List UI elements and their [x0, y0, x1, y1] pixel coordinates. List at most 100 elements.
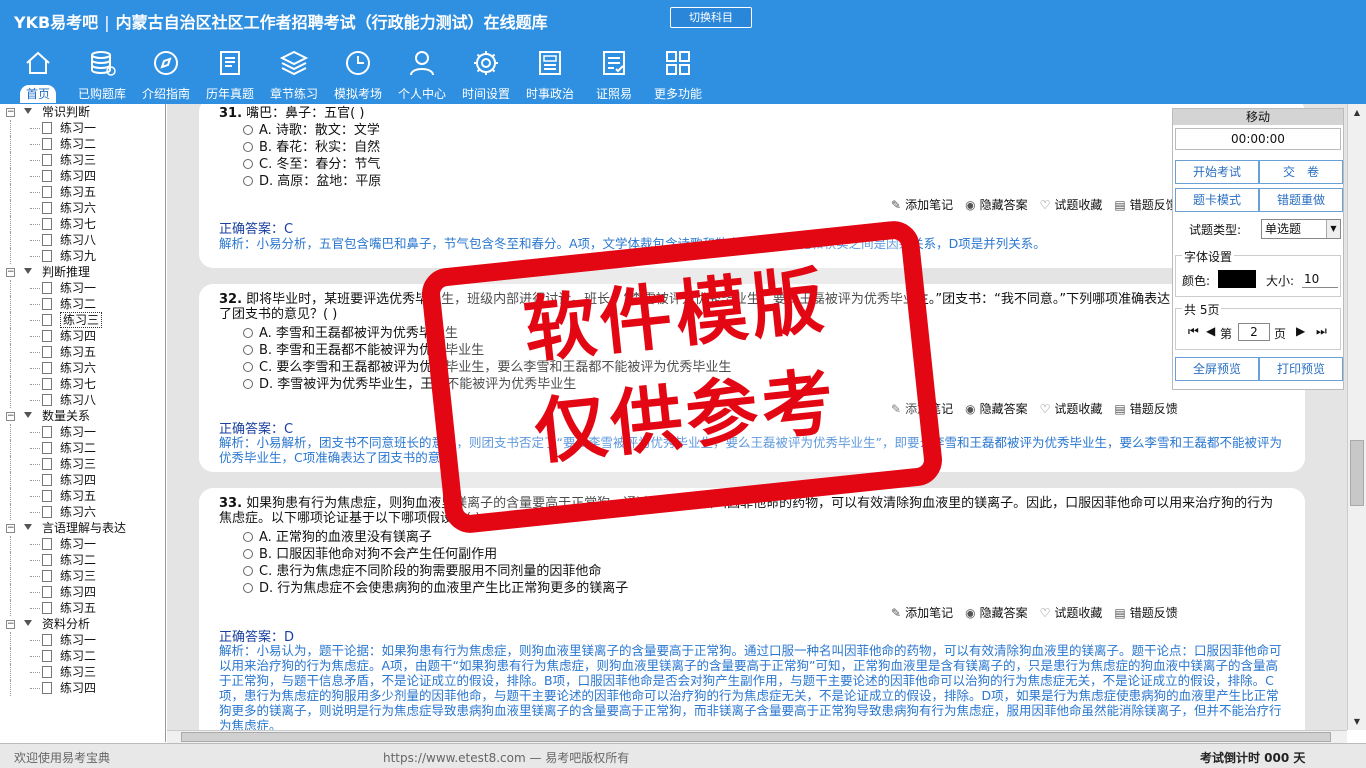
tree-item[interactable]: 练习三 — [0, 664, 165, 680]
option-a[interactable]: A. 李雪和王磊都被评为优秀毕业生 — [243, 326, 458, 342]
collapse-icon[interactable]: − — [6, 620, 15, 629]
question-type-select[interactable]: 单选题 ▼ — [1261, 219, 1341, 239]
tree-category[interactable]: − 判断推理 — [0, 264, 165, 280]
tree-item[interactable]: 练习五 — [0, 344, 165, 360]
page-input[interactable]: 2 — [1238, 323, 1270, 341]
tree-item[interactable]: 练习五 — [0, 184, 165, 200]
favorite-button[interactable]: ♡ 试题收藏 — [1040, 196, 1103, 213]
tree-item[interactable]: 练习六 — [0, 504, 165, 520]
nav-item-9[interactable]: 证照易 — [582, 44, 646, 104]
option-b[interactable]: B. 李雪和王磊都不能被评为优秀毕业生 — [243, 343, 484, 359]
tree-item[interactable]: 练习九 — [0, 248, 165, 264]
next-page-icon[interactable]: ▶ — [1296, 324, 1305, 338]
radio-button[interactable] — [243, 159, 253, 169]
start-exam-button[interactable]: 开始考试 — [1175, 160, 1259, 184]
tree-item[interactable]: 练习二 — [0, 648, 165, 664]
radio-button[interactable] — [243, 583, 253, 593]
add-note-button[interactable]: ✎ 添加笔记 — [891, 196, 953, 213]
card-mode-button[interactable]: 题卡模式 — [1175, 188, 1259, 212]
tree-item[interactable]: 练习八 — [0, 392, 165, 408]
tree-item[interactable]: 练习二 — [0, 440, 165, 456]
vertical-scrollbar[interactable]: ▲ ▼ — [1347, 104, 1366, 730]
nav-item-6[interactable]: 个人中心 — [390, 44, 454, 104]
radio-button[interactable] — [243, 549, 253, 559]
radio-button[interactable] — [243, 345, 253, 355]
tree-category[interactable]: − 资料分析 — [0, 616, 165, 632]
radio-button[interactable] — [243, 566, 253, 576]
tree-item[interactable]: 练习二 — [0, 552, 165, 568]
font-size-input[interactable]: 10 — [1302, 270, 1338, 288]
report-error-button[interactable]: ▤ 错题反馈 — [1114, 196, 1177, 213]
tree-item[interactable]: 练习一 — [0, 424, 165, 440]
tree-item[interactable]: 练习三 — [0, 312, 165, 328]
tree-category[interactable]: − 常识判断 — [0, 104, 165, 120]
scroll-up-icon[interactable]: ▲ — [1348, 104, 1366, 121]
radio-button[interactable] — [243, 362, 253, 372]
scroll-thumb[interactable] — [181, 732, 1331, 742]
submit-button[interactable]: 交 卷 — [1259, 160, 1343, 184]
nav-item-7[interactable]: 时间设置 — [454, 44, 518, 104]
tree-item[interactable]: 练习三 — [0, 568, 165, 584]
tree-item[interactable]: 练习四 — [0, 680, 165, 696]
tree-item[interactable]: 练习三 — [0, 152, 165, 168]
tree-item[interactable]: 练习四 — [0, 472, 165, 488]
option-c[interactable]: C. 要么李雪和王磊都被评为优秀毕业生，要么李雪和王磊都不能被评为优秀毕业生 — [243, 360, 731, 376]
radio-button[interactable] — [243, 142, 253, 152]
hide-answer-button[interactable]: ◉ 隐藏答案 — [965, 400, 1028, 417]
tree-item[interactable]: 练习一 — [0, 632, 165, 648]
hide-answer-button[interactable]: ◉ 隐藏答案 — [965, 196, 1028, 213]
collapse-icon[interactable]: − — [6, 268, 15, 277]
color-picker[interactable] — [1218, 270, 1256, 288]
radio-button[interactable] — [243, 176, 253, 186]
tree-item[interactable]: 练习八 — [0, 232, 165, 248]
collapse-icon[interactable]: − — [6, 524, 15, 533]
option-b[interactable]: B. 口服因菲他命对狗不会产生任何副作用 — [243, 547, 497, 563]
option-d[interactable]: D. 行为焦虑症不会使患病狗的血液里产生比正常狗更多的镁离子 — [243, 581, 628, 597]
tree-item[interactable]: 练习四 — [0, 168, 165, 184]
scroll-down-icon[interactable]: ▼ — [1348, 713, 1366, 730]
tree-item[interactable]: 练习二 — [0, 136, 165, 152]
option-a[interactable]: A. 正常狗的血液里没有镁离子 — [243, 530, 432, 546]
tree-category[interactable]: − 言语理解与表达 — [0, 520, 165, 536]
panel-title[interactable]: 移动 — [1173, 109, 1343, 125]
fullscreen-preview-button[interactable]: 全屏预览 — [1175, 357, 1259, 381]
tree-item[interactable]: 练习五 — [0, 600, 165, 616]
tree-item[interactable]: 练习一 — [0, 280, 165, 296]
horizontal-scrollbar[interactable] — [167, 730, 1347, 743]
option-d[interactable]: D. 高原：盆地：平原 — [243, 174, 381, 190]
option-d[interactable]: D. 李雪被评为优秀毕业生，王磊不能被评为优秀毕业生 — [243, 377, 576, 393]
chevron-down-icon[interactable]: ▼ — [1326, 220, 1340, 238]
tree-item[interactable]: 练习六 — [0, 200, 165, 216]
option-b[interactable]: B. 春花：秋实：自然 — [243, 140, 380, 156]
nav-item-4[interactable]: 章节练习 — [262, 44, 326, 104]
tree-item[interactable]: 练习二 — [0, 296, 165, 312]
nav-item-3[interactable]: 历年真题 — [198, 44, 262, 104]
favorite-button[interactable]: ♡ 试题收藏 — [1040, 604, 1103, 621]
hide-answer-button[interactable]: ◉ 隐藏答案 — [965, 604, 1028, 621]
print-preview-button[interactable]: 打印预览 — [1259, 357, 1343, 381]
nav-item-5[interactable]: 模拟考场 — [326, 44, 390, 104]
tree-item[interactable]: 练习一 — [0, 120, 165, 136]
tree-item[interactable]: 练习七 — [0, 216, 165, 232]
nav-item-8[interactable]: 时事政治 — [518, 44, 582, 104]
tree-item[interactable]: 练习四 — [0, 584, 165, 600]
tree-category[interactable]: − 数量关系 — [0, 408, 165, 424]
collapse-icon[interactable]: − — [6, 412, 15, 421]
nav-item-1[interactable]: 已购题库 — [70, 44, 134, 104]
favorite-button[interactable]: ♡ 试题收藏 — [1040, 400, 1103, 417]
tree-item[interactable]: 练习五 — [0, 488, 165, 504]
report-error-button[interactable]: ▤ 错题反馈 — [1114, 400, 1177, 417]
tree-item[interactable]: 练习六 — [0, 360, 165, 376]
tree-item[interactable]: 练习四 — [0, 328, 165, 344]
tree-item[interactable]: 练习一 — [0, 536, 165, 552]
prev-page-icon[interactable]: ◀ — [1206, 324, 1215, 338]
redo-wrong-button[interactable]: 错题重做 — [1259, 188, 1343, 212]
add-note-button[interactable]: ✎ 添加笔记 — [891, 400, 953, 417]
add-note-button[interactable]: ✎ 添加笔记 — [891, 604, 953, 621]
option-c[interactable]: C. 患行为焦虑症不同阶段的狗需要服用不同剂量的因菲他命 — [243, 564, 601, 580]
nav-item-2[interactable]: 介绍指南 — [134, 44, 198, 104]
tree-item[interactable]: 练习三 — [0, 456, 165, 472]
radio-button[interactable] — [243, 532, 253, 542]
last-page-icon[interactable]: ⏭ — [1316, 324, 1327, 339]
first-page-icon[interactable]: ⏮ — [1188, 324, 1199, 339]
